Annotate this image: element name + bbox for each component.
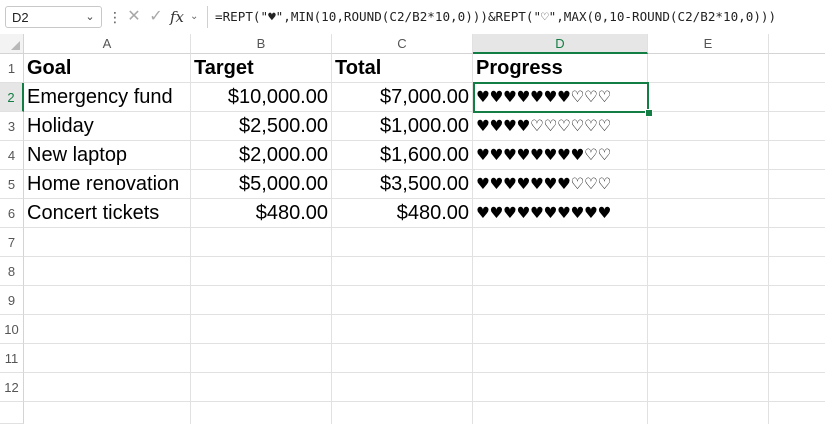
column-header-b[interactable]: B [191,34,332,54]
column-header-e[interactable]: E [648,34,769,54]
gridline [768,54,769,424]
name-box[interactable]: D2 ⌄ [5,6,102,28]
cell-a1[interactable]: Goal [24,54,190,83]
insert-function-button[interactable]: fx [170,7,184,27]
gridline [24,314,825,315]
cell-c2[interactable]: $7,000.00 [332,83,472,112]
cell-b5[interactable]: $5,000.00 [191,170,331,199]
cell-a5[interactable]: Home renovation [24,170,190,199]
column-header-c[interactable]: C [332,34,473,54]
cell-b4[interactable]: $2,000.00 [191,141,331,170]
gridline [24,343,825,344]
cell-d6[interactable]: ♥♥♥♥♥♥♥♥♥♥ [473,199,647,228]
cell-c1[interactable]: Total [332,54,472,83]
row-header-10[interactable]: 10 [0,315,24,344]
cell-a6[interactable]: Concert tickets [24,199,190,228]
row-header-3[interactable]: 3 [0,112,24,141]
chevron-down-icon[interactable]: ⌄ [190,8,198,26]
cell-d5[interactable]: ♥♥♥♥♥♥♥♡♡♡ [473,170,647,199]
cell-b2[interactable]: $10,000.00 [191,83,331,112]
cell-c5[interactable]: $3,500.00 [332,170,472,199]
row-header-2[interactable]: 2 [0,83,24,112]
cell-a3[interactable]: Holiday [24,112,190,141]
more-options-icon[interactable]: ⋮ [108,8,122,26]
cell-d4[interactable]: ♥♥♥♥♥♥♥♥♡♡ [473,141,647,170]
row-header-6[interactable]: 6 [0,199,24,228]
cell-b3[interactable]: $2,500.00 [191,112,331,141]
row-header-4[interactable]: 4 [0,141,24,170]
row-header-8[interactable]: 8 [0,257,24,286]
cell-b1[interactable]: Target [191,54,331,83]
gridline [24,401,825,402]
cell-c3[interactable]: $1,000.00 [332,112,472,141]
gridline [24,285,825,286]
formula-bar: D2 ⌄ ⋮ ✕ ✓ fx ⌄ =REPT("♥",MIN(10,ROUND(C… [0,0,825,35]
formula-input[interactable]: =REPT("♥",MIN(10,ROUND(C2/B2*10,0)))&REP… [215,7,776,27]
select-all-icon [11,41,20,50]
cell-a2[interactable]: Emergency fund [24,83,190,112]
row-header-1[interactable]: 1 [0,54,24,83]
cell-c6[interactable]: $480.00 [332,199,472,228]
row-header-13[interactable] [0,402,24,424]
x-icon[interactable]: ✕ [126,7,142,27]
row-header-12[interactable]: 12 [0,373,24,402]
fill-handle[interactable] [645,109,653,117]
cell-c4[interactable]: $1,600.00 [332,141,472,170]
check-icon[interactable]: ✓ [148,7,164,27]
cell-d1[interactable]: Progress [473,54,647,83]
row-header-11[interactable]: 11 [0,344,24,373]
row-header-7[interactable]: 7 [0,228,24,257]
gridline [24,372,825,373]
divider [207,6,208,28]
row-header-5[interactable]: 5 [0,170,24,199]
cell-b6[interactable]: $480.00 [191,199,331,228]
row-header-9[interactable]: 9 [0,286,24,315]
cell-d3[interactable]: ♥♥♥♥♡♡♡♡♡♡ [473,112,647,141]
gridline [24,256,825,257]
name-box-value: D2 [12,10,29,25]
select-all-button[interactable] [0,34,24,54]
cell-a4[interactable]: New laptop [24,141,190,170]
column-header-a[interactable]: A [24,34,191,54]
chevron-down-icon[interactable]: ⌄ [83,8,97,26]
cell-d2[interactable]: ♥♥♥♥♥♥♥♡♡♡ [473,83,647,112]
column-header-d[interactable]: D [473,34,648,54]
column-header-f[interactable] [769,34,825,54]
